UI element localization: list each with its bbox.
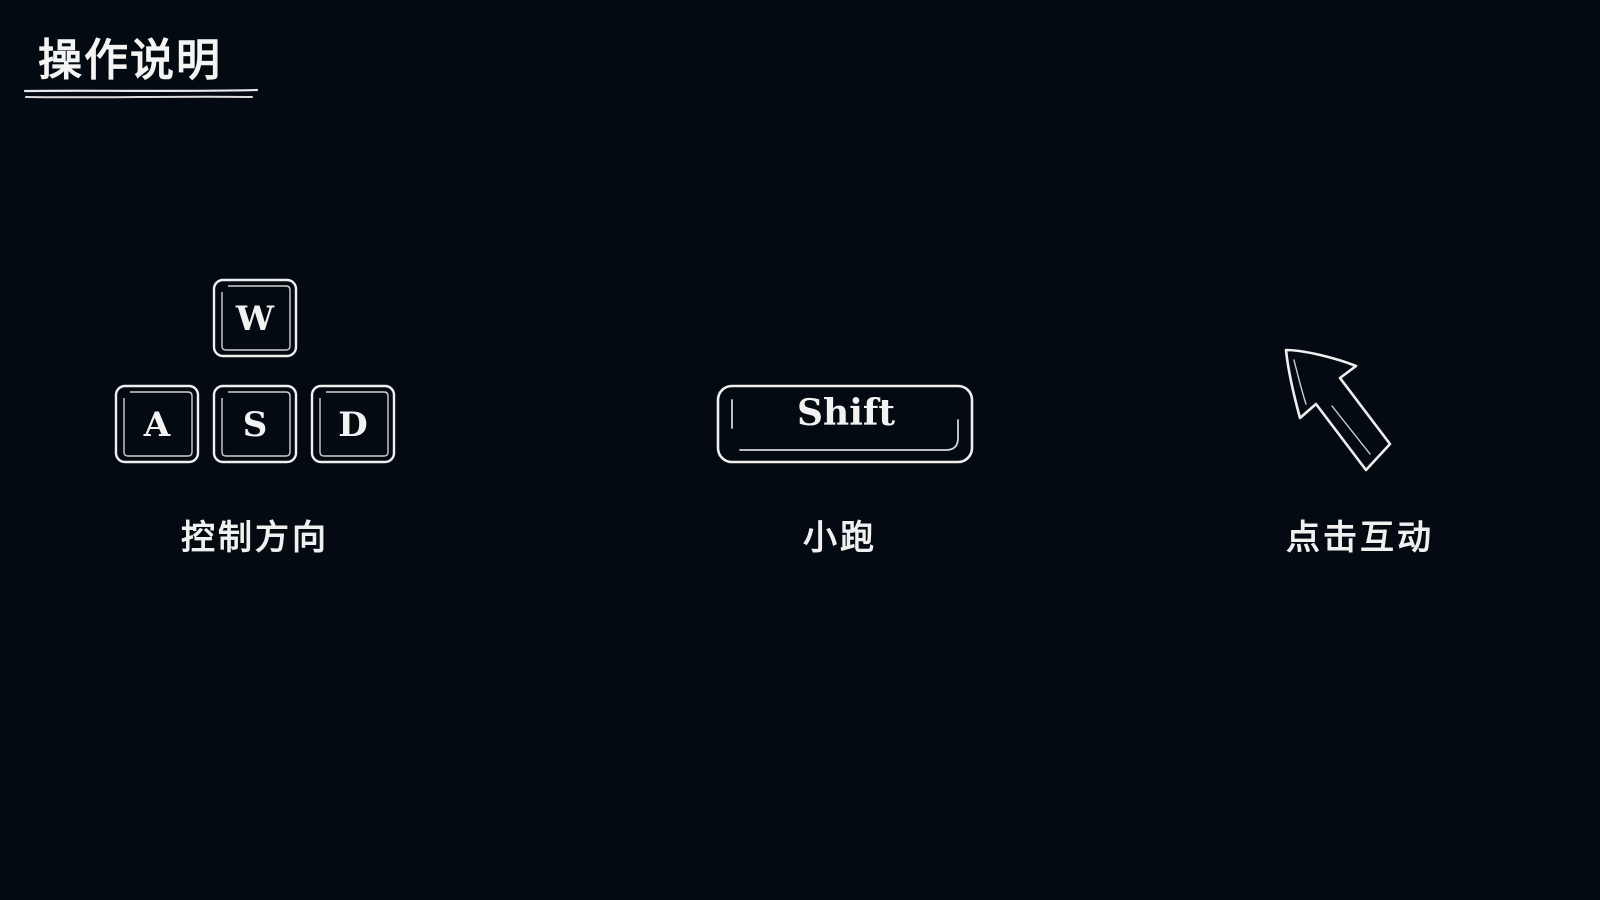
key-shift: Shift	[716, 384, 976, 466]
title-underline	[24, 88, 259, 99]
key-w-label: W	[235, 299, 275, 339]
key-w: W	[212, 278, 298, 358]
key-a: A	[114, 384, 200, 464]
key-d: D	[310, 384, 396, 464]
caption-interact: 点击互动	[1286, 518, 1434, 558]
control-group-run: Shift 小跑	[700, 260, 980, 580]
control-group-move: W A S D 控制方向	[100, 260, 410, 580]
mouse-cursor-icon	[1284, 348, 1392, 472]
key-shift-label: Shift	[797, 392, 895, 434]
caption-move: 控制方向	[181, 518, 329, 558]
caption-run: 小跑	[803, 518, 877, 558]
control-group-interact: 点击互动	[1240, 260, 1480, 580]
key-s: S	[212, 384, 298, 464]
key-d-label: D	[338, 405, 368, 445]
page-title: 操作说明	[38, 35, 222, 86]
key-a-label: A	[143, 405, 171, 445]
key-s-label: S	[242, 405, 268, 445]
title-block: 操作说明	[24, 18, 260, 108]
